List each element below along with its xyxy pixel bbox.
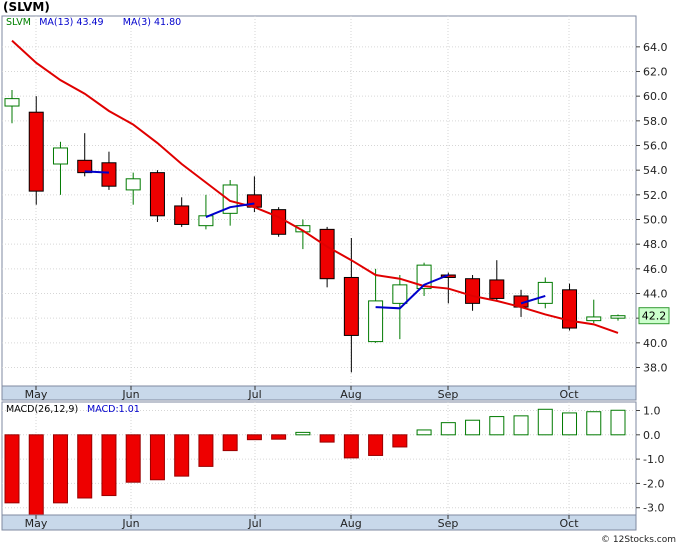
chart-root: (SLVM) 38.040.042.044.046.048.050.052.05…	[0, 0, 680, 546]
page-title: (SLVM)	[3, 0, 50, 14]
candle-body	[319, 228, 335, 280]
macd-bar	[610, 409, 626, 436]
macd-y-tick-label: -2.0	[643, 477, 664, 490]
macd-bar	[537, 408, 553, 436]
macd-bar	[198, 434, 214, 467]
macd-bar	[149, 434, 165, 481]
price-y-tick-label: 60.0	[643, 90, 668, 103]
price-y-tick-label: 62.0	[643, 66, 668, 79]
ma3-line-segment	[84, 170, 110, 174]
macd-y-tick-label: 0.0	[643, 429, 661, 442]
macd-bar	[295, 431, 311, 436]
candle-body	[392, 284, 408, 304]
candle-body	[174, 205, 190, 225]
macd-bar	[77, 434, 93, 499]
macd-bar	[392, 434, 408, 448]
macd-bar	[513, 415, 529, 436]
price-y-tick-label: 50.0	[643, 214, 668, 227]
macd-bar	[4, 434, 20, 504]
price-y-tick-label: 56.0	[643, 140, 668, 153]
candle-body	[537, 281, 553, 304]
price-legend-entry: SLVM	[6, 17, 31, 28]
candle-body	[101, 162, 117, 187]
macd-bar	[125, 434, 141, 483]
macd-x-tick-label: Oct	[559, 517, 579, 530]
candle-body	[149, 172, 165, 217]
macd-bar	[440, 422, 456, 436]
candle-body	[271, 209, 287, 235]
price-y-tick-label: 44.0	[643, 288, 668, 301]
candle-body	[28, 111, 44, 192]
candle-body	[586, 316, 602, 322]
price-x-tick-label: Jul	[247, 388, 261, 401]
price-y-tick-label: 52.0	[643, 189, 668, 202]
macd-bar	[465, 419, 481, 436]
price-x-axis-band	[1, 385, 637, 401]
macd-bar	[101, 434, 117, 497]
macd-title: MACD(26,12,9)	[6, 404, 78, 415]
macd-x-tick-label: May	[25, 517, 48, 530]
price-x-tick-label: Oct	[559, 388, 579, 401]
candle-body	[52, 147, 68, 165]
macd-bar	[489, 416, 505, 436]
price-x-tick-label: May	[25, 388, 48, 401]
macd-y-tick-label: 1.0	[643, 405, 661, 418]
macd-bar	[368, 434, 384, 456]
macd-bar	[416, 429, 432, 436]
candle-body	[343, 276, 359, 336]
candle-body	[198, 215, 214, 227]
price-x-tick-label: Jun	[121, 388, 139, 401]
macd-x-axis-band	[1, 514, 637, 531]
macd-bar	[562, 412, 578, 436]
price-x-tick-label: Sep	[438, 388, 459, 401]
last-price-label: 42.2	[642, 310, 667, 323]
macd-bar	[246, 434, 262, 441]
price-y-tick-label: 48.0	[643, 238, 668, 251]
price-legend-entry: MA(3) 41.80	[123, 17, 181, 28]
macd-x-tick-label: Sep	[438, 517, 459, 530]
macd-x-tick-label: Jun	[121, 517, 139, 530]
macd-bar	[271, 434, 287, 440]
candle-body	[465, 278, 481, 304]
macd-bar	[174, 434, 190, 477]
price-legend-entry: MA(13) 43.49	[39, 17, 103, 28]
price-y-tick-label: 40.0	[643, 337, 668, 350]
macd-bar	[586, 411, 602, 436]
macd-bar	[222, 434, 238, 452]
price-plot-frame	[1, 15, 637, 387]
price-x-tick-label: Aug	[340, 388, 361, 401]
candle-body	[125, 178, 141, 191]
candle-body	[489, 279, 505, 299]
price-y-tick-label: 46.0	[643, 263, 668, 276]
candle-body	[610, 315, 626, 319]
macd-bar	[319, 434, 335, 443]
macd-x-tick-label: Aug	[340, 517, 361, 530]
macd-y-tick-label: -3.0	[643, 502, 664, 515]
price-y-tick-label: 58.0	[643, 115, 668, 128]
macd-bar	[52, 434, 68, 504]
macd-bar	[343, 434, 359, 459]
macd-bar	[28, 434, 44, 516]
price-y-tick-label: 64.0	[643, 41, 668, 54]
macd-value-label: MACD:1.01	[87, 404, 140, 415]
chart-svg: 38.040.042.044.046.048.050.052.054.056.0…	[1, 15, 670, 531]
price-y-tick-label: 38.0	[643, 362, 668, 375]
macd-x-tick-label: Jul	[247, 517, 261, 530]
macd-y-tick-label: -1.0	[643, 453, 664, 466]
price-y-tick-label: 54.0	[643, 164, 668, 177]
credit-text: © 12Stocks.com	[601, 535, 676, 545]
candle-body	[4, 98, 20, 107]
